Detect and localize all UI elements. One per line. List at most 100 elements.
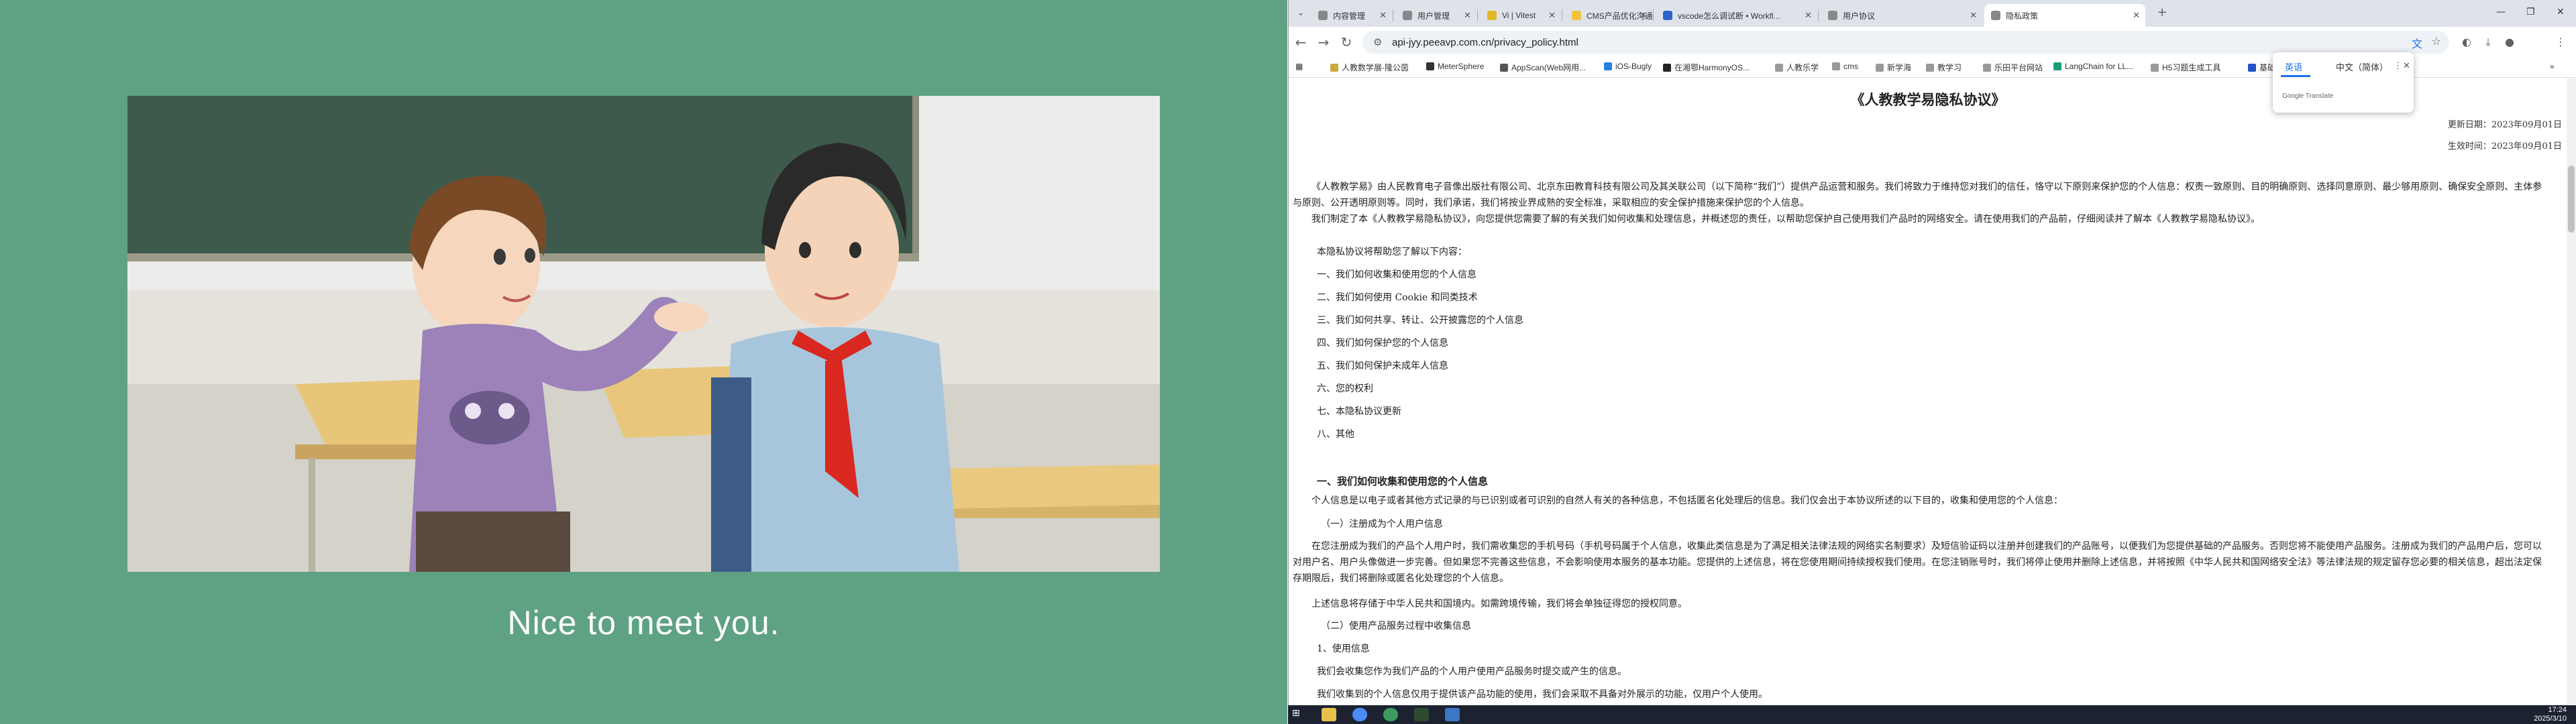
file-explorer-icon[interactable] <box>1322 708 1336 721</box>
close-icon[interactable]: ✕ <box>1464 10 1471 21</box>
cartoon-illustration <box>127 96 1160 572</box>
tab-label: 内容管理 <box>1333 11 1366 21</box>
toc-item: 七、本隐私协议更新 <box>1317 406 1401 417</box>
terminal-icon[interactable] <box>1414 708 1429 721</box>
toc-item: 六、您的权利 <box>1317 383 1373 394</box>
address-bar[interactable]: ⚙ api-jyy.peeavp.com.cn/privacy_policy.h… <box>1362 31 2449 54</box>
tab-label: 用户管理 <box>1417 11 1450 21</box>
start-button[interactable]: ⊞ <box>1292 708 1307 721</box>
video-app-icon[interactable] <box>1445 708 1460 721</box>
bookmark-item[interactable]: MeterSphere <box>1426 62 1484 71</box>
globe-icon <box>1991 11 2000 20</box>
close-icon[interactable]: ✕ <box>1970 10 1977 21</box>
selected-indicator <box>2281 75 2310 77</box>
subsection-heading: （二）使用产品服务过程中收集信息 <box>1321 621 1471 631</box>
toc-intro: 本隐私协议将帮助您了解以下内容： <box>1317 247 1467 257</box>
tab-strip: ⌄ 内容管理 ✕ 用户管理 ✕ Vi | Vitest ✕ CMS产品优化沟通 … <box>1289 0 2576 27</box>
reload-button[interactable]: ↻ <box>1338 35 1354 50</box>
tab-label: vscode怎么调试断 • Workfl... <box>1678 11 1780 21</box>
translate-icon[interactable]: 文 <box>2412 35 2422 51</box>
bookmark-folder[interactable]: 教学习 <box>1926 62 1962 73</box>
minimize-button[interactable]: — <box>2496 7 2506 17</box>
url-text: api-jyy.peeavp.com.cn/privacy_policy.htm… <box>1392 37 1578 48</box>
section-heading: 一、我们如何收集和使用您的个人信息 <box>1317 475 1489 487</box>
bookmark-folder[interactable]: 乐田平台网站 <box>1983 62 2043 73</box>
close-icon[interactable]: ✕ <box>1640 10 1647 21</box>
system-clock[interactable]: 17:24 2025/3/10 <box>2534 706 2567 723</box>
scrollbar-thumb[interactable] <box>2568 166 2575 233</box>
downloads-icon[interactable]: ⤓ <box>2480 35 2496 50</box>
bookmark-folder[interactable]: 人教乐学 <box>1775 62 1819 73</box>
chrome-app-icon[interactable] <box>1383 708 1398 721</box>
privacy-policy-page: 《人教教学易隐私协议》 更新日期：2023年09月01日 生效时间：2023年0… <box>1289 78 2567 705</box>
back-button[interactable]: ← <box>1293 35 1309 50</box>
maximize-button[interactable]: ❐ <box>2526 7 2535 17</box>
section-paragraph: 上述信息将存储于中华人民共和国境内。如需跨境传输，我们将会单独征得您的授权同意。 <box>1311 599 1687 609</box>
close-window-button[interactable]: ✕ <box>2557 7 2565 17</box>
globe-icon <box>1828 11 1837 20</box>
document-icon <box>1572 11 1581 20</box>
chrome-icon[interactable] <box>1352 708 1367 721</box>
tab-search-icon[interactable]: ⌄ <box>1293 5 1309 20</box>
taskbar: ⊞ 17:24 2025/3/10 <box>1288 705 2576 724</box>
close-icon[interactable]: ✕ <box>1379 10 1387 21</box>
bookmark-folder[interactable]: cms <box>1832 62 1858 71</box>
site-info-icon[interactable]: ⚙ <box>1373 36 1382 48</box>
section-paragraph: 我们收集到的个人信息仅用于提供该产品功能的使用，我们会采取不具备对外展示的功能，… <box>1317 689 1768 700</box>
google-translate-label: Google Translate <box>2282 93 2334 100</box>
close-icon[interactable]: ✕ <box>1548 10 1556 21</box>
menu-icon[interactable]: ⋮ <box>2553 35 2569 50</box>
close-icon[interactable]: ✕ <box>2133 10 2140 21</box>
clock-time: 17:24 <box>2548 706 2567 714</box>
tab-label: 隐私政策 <box>2006 11 2039 21</box>
bookmark-item[interactable]: LangChain for LL... <box>2053 62 2133 71</box>
toc-item: 二、我们如何使用 Cookie 和同类技术 <box>1317 292 1478 303</box>
tab-cms[interactable]: CMS产品优化沟通图述 ✕ <box>1565 4 1652 27</box>
lang-option-chinese[interactable]: 中文（简体） <box>2336 60 2388 73</box>
apps-icon[interactable]: ▦ <box>1295 62 1303 71</box>
tab-vscode[interactable]: vscode怎么调试断 • Workfl... ✕ <box>1656 4 1817 27</box>
tab-label: Vi | Vitest <box>1502 11 1536 20</box>
profile-icon[interactable]: ● <box>2502 35 2518 50</box>
section-paragraph: 在您注册成为我们的产品个人用户时，我们需收集您的手机号码（手机号码属于个人信息，… <box>1293 541 2542 584</box>
section-paragraph: 个人信息是以电子或者其他方式记录的与已识别或者可识别的自然人有关的各种信息，不包… <box>1311 495 2063 506</box>
section-paragraph: 我们会收集您作为我们产品的个人用户使用产品服务时提交或产生的信息。 <box>1317 666 1627 677</box>
bookmark-item[interactable]: 在湘鄂HarmonyOS... <box>1663 62 1750 73</box>
more-options-icon[interactable]: ⋮ <box>2394 60 2402 71</box>
tab-user-manage[interactable]: 用户管理 ✕ <box>1396 4 1477 27</box>
bookmark-folder[interactable]: 新学海 <box>1876 62 1911 73</box>
globe-icon <box>1403 11 1412 20</box>
tab-privacy-policy[interactable]: 隐私政策 ✕ <box>1984 4 2145 27</box>
subsection-heading: （一）注册成为个人用户信息 <box>1321 519 1443 530</box>
translate-popup: 英语 中文（简体） ⋮ ✕ Google Translate <box>2273 52 2414 113</box>
close-icon[interactable]: ✕ <box>2403 60 2410 71</box>
tab-vitest[interactable]: Vi | Vitest ✕ <box>1481 4 1561 27</box>
toc-item: 八、其他 <box>1317 429 1354 440</box>
close-icon[interactable]: ✕ <box>1805 10 1812 21</box>
page-scrollbar[interactable] <box>2567 78 2576 705</box>
subsection-heading: 1、使用信息 <box>1317 644 1370 654</box>
more-bookmarks-icon[interactable]: » <box>2550 62 2555 71</box>
vitest-icon <box>1487 11 1497 20</box>
forward-button[interactable]: → <box>1316 35 1332 50</box>
extensions-icon[interactable]: ◐ <box>2459 35 2475 50</box>
clock-date: 2025/3/10 <box>2534 715 2567 723</box>
tab-user-agreement[interactable]: 用户协议 ✕ <box>1821 4 1982 27</box>
intro-paragraph: 《人教教学易》由人民教育电子音像出版社有限公司、北京东田教育科技有限公司及其关联… <box>1293 182 2542 208</box>
tab-content-manage[interactable]: 内容管理 ✕ <box>1311 4 1392 27</box>
bookmark-item[interactable]: iOS-Bugly <box>1604 62 1652 71</box>
toc-item: 一、我们如何收集和使用您的个人信息 <box>1317 269 1477 280</box>
toc-item: 五、我们如何保护未成年人信息 <box>1317 361 1448 371</box>
updated-date: 更新日期：2023年09月01日 <box>2447 120 2562 130</box>
effective-date: 生效时间：2023年09月01日 <box>2447 141 2562 152</box>
bookmark-item[interactable]: AppScan(Web网用... <box>1500 62 1586 73</box>
lang-option-english[interactable]: 英语 <box>2285 60 2302 73</box>
globe-icon <box>1318 11 1328 20</box>
bookmark-item[interactable]: 人教数学展-隆公茵 <box>1330 62 1409 73</box>
new-tab-button[interactable]: + <box>2154 5 2170 20</box>
toc-item: 四、我们如何保护您的个人信息 <box>1317 338 1448 349</box>
word-icon <box>1663 11 1672 20</box>
bookmark-star-icon[interactable]: ☆ <box>2432 35 2441 48</box>
video-player-panel: Nice to meet you. <box>0 0 1287 724</box>
bookmark-folder[interactable]: H5习题生成工具 <box>2151 62 2220 73</box>
